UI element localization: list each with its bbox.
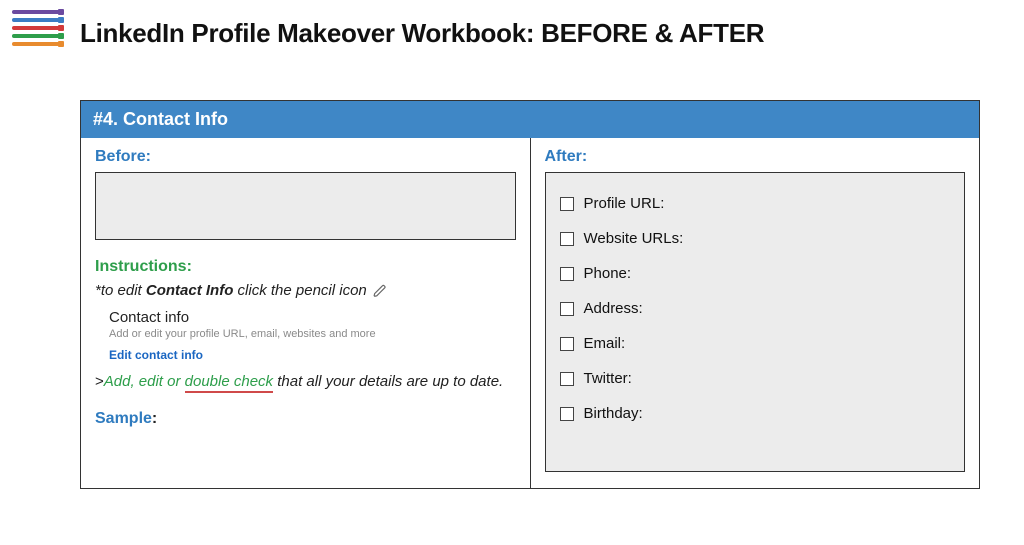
contact-info-example: Contact info Add or edit your profile UR… <box>109 309 516 362</box>
checklist-item: Website URLs: <box>560 230 951 247</box>
sample-label-text: Sample <box>95 410 152 427</box>
checklist-item: Email: <box>560 335 951 352</box>
instructions-line-1: *to edit Contact Info click the pencil i… <box>95 282 516 299</box>
checkbox-icon[interactable] <box>560 267 574 281</box>
after-checklist-box: Profile URL: Website URLs: Phone: Addres… <box>545 172 966 472</box>
checklist-item: Twitter: <box>560 370 951 387</box>
before-input-box[interactable] <box>95 172 516 240</box>
checkbox-icon[interactable] <box>560 302 574 316</box>
instr-bold: Contact Info <box>146 282 234 299</box>
instr2-green: Add, edit or <box>104 373 185 390</box>
checklist-item-label: Twitter: <box>584 370 632 387</box>
before-column: Before: Instructions: *to edit Contact I… <box>81 138 531 488</box>
after-column: After: Profile URL: Website URLs: Phone:… <box>531 138 980 488</box>
page-title: LinkedIn Profile Makeover Workbook: BEFO… <box>80 18 764 49</box>
contact-info-title: Contact info <box>109 309 516 326</box>
checklist-item: Profile URL: <box>560 195 951 212</box>
instr-prefix: *to edit <box>95 282 146 299</box>
checklist-item: Birthday: <box>560 405 951 422</box>
checkbox-icon[interactable] <box>560 407 574 421</box>
pencil-icon <box>373 284 387 298</box>
checklist-item-label: Profile URL: <box>584 195 665 212</box>
contact-info-subtitle: Add or edit your profile URL, email, web… <box>109 328 516 340</box>
checklist-item-label: Email: <box>584 335 626 352</box>
checklist-item-label: Website URLs: <box>584 230 684 247</box>
instructions-line-2: >Add, edit or double check that all your… <box>95 372 516 392</box>
checklist-item: Address: <box>560 300 951 317</box>
checkbox-icon[interactable] <box>560 232 574 246</box>
checklist-item: Phone: <box>560 265 951 282</box>
sample-label-colon: : <box>152 410 157 427</box>
instr-suffix: click the pencil icon <box>233 282 366 299</box>
before-label: Before: <box>95 148 516 166</box>
instr2-green-underlined: double check <box>185 373 273 393</box>
section-card: #4. Contact Info Before: Instructions: *… <box>80 100 980 489</box>
edit-contact-info-link[interactable]: Edit contact info <box>109 348 516 362</box>
checklist-item-label: Phone: <box>584 265 632 282</box>
instr2-tail: that all your details are up to date. <box>273 373 503 390</box>
sample-label: Sample: <box>95 410 516 428</box>
section-header: #4. Contact Info <box>81 101 979 138</box>
checklist-item-label: Address: <box>584 300 643 317</box>
checkbox-icon[interactable] <box>560 197 574 211</box>
instructions-label: Instructions: <box>95 258 516 276</box>
checkbox-icon[interactable] <box>560 337 574 351</box>
logo-icon <box>12 8 62 48</box>
instr2-gt: > <box>95 373 104 390</box>
after-label: After: <box>545 148 966 166</box>
checklist-item-label: Birthday: <box>584 405 643 422</box>
checkbox-icon[interactable] <box>560 372 574 386</box>
